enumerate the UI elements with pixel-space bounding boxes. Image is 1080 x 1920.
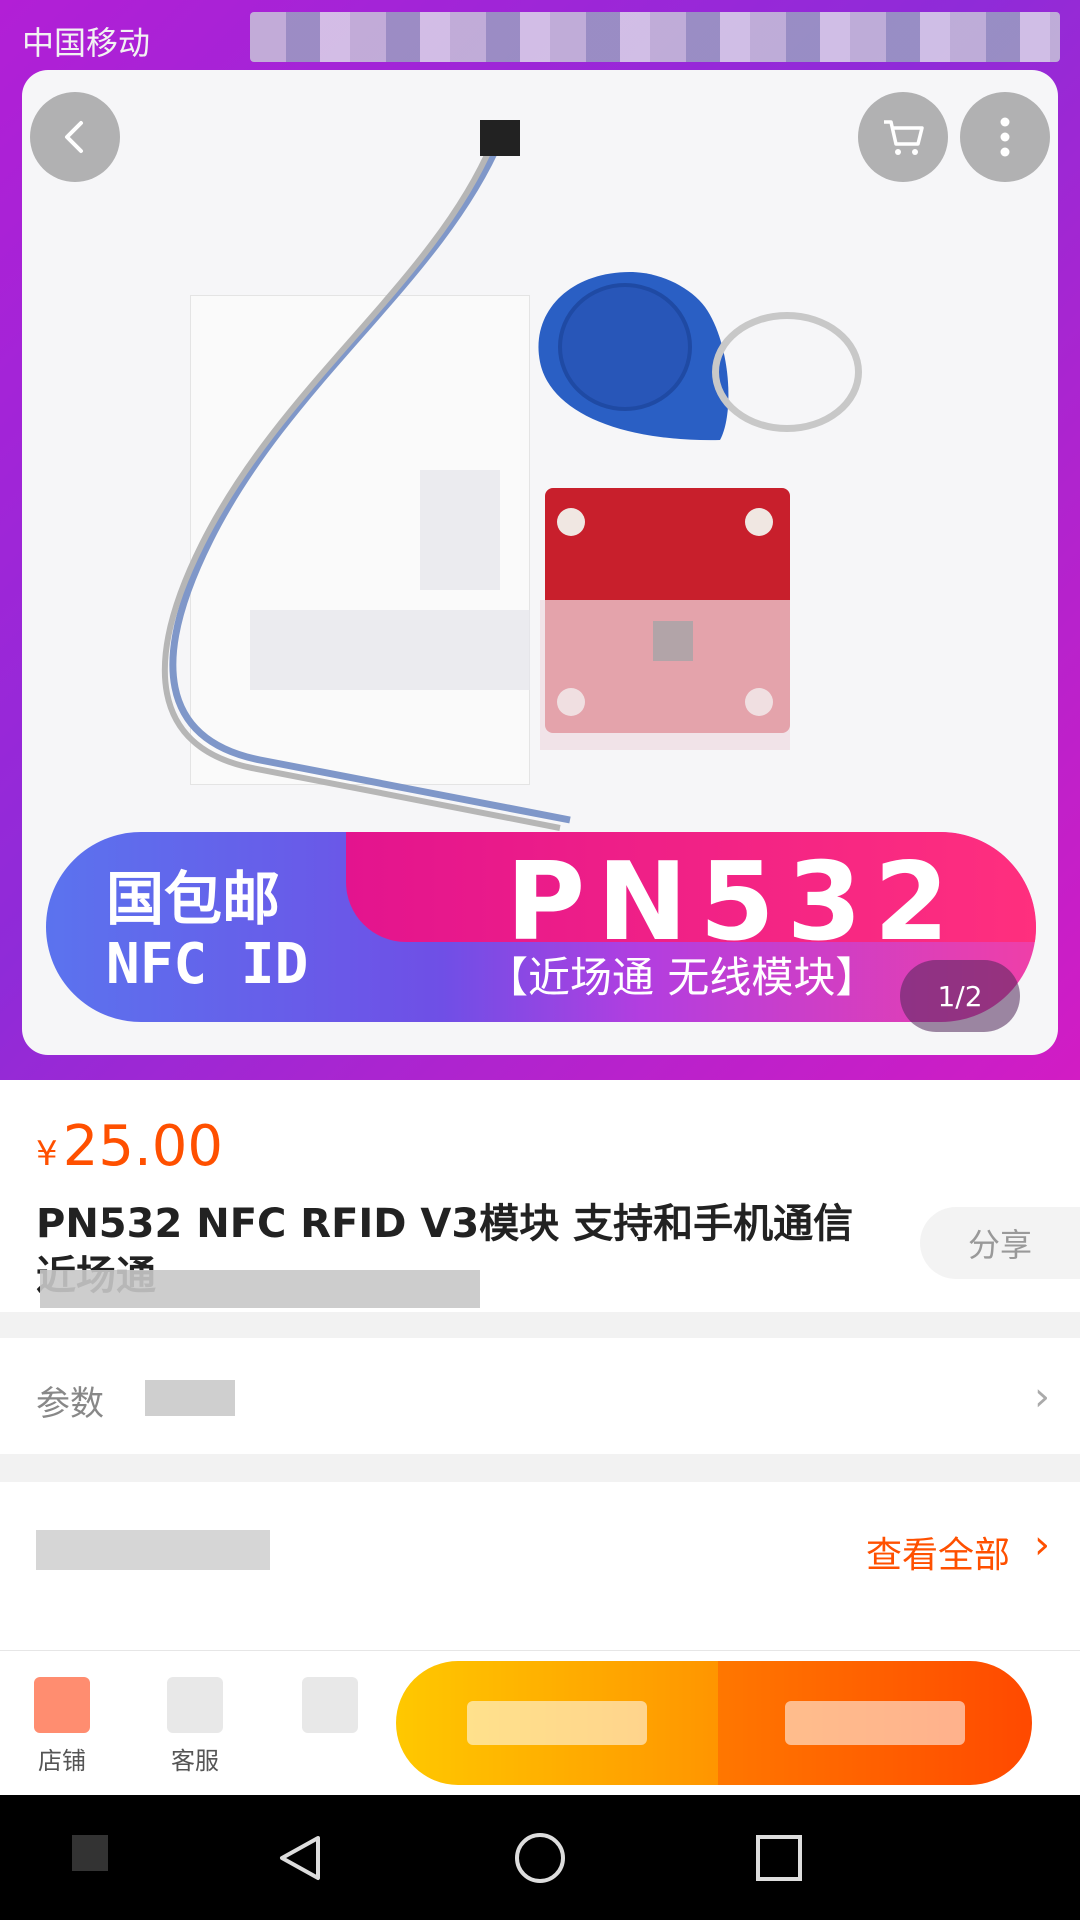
banner-nfc-text: NFC ID xyxy=(106,932,309,997)
favorite-icon xyxy=(302,1677,358,1733)
nav-back-button[interactable] xyxy=(265,1823,335,1893)
chevron-right-icon: › xyxy=(1034,1374,1050,1420)
reviews-section: 查看全部 › xyxy=(0,1482,1080,1652)
purchase-buttons xyxy=(396,1661,1032,1785)
mosaic-blur xyxy=(420,470,500,590)
currency-symbol: ¥ xyxy=(36,1134,58,1174)
cart-icon xyxy=(884,120,924,155)
app-switch-shortcut-icon xyxy=(72,1835,108,1871)
mosaic-blur xyxy=(540,600,790,750)
customer-service-label: 客服 xyxy=(171,1747,219,1775)
params-label: 参数 xyxy=(36,1384,104,1424)
price-amount: 25.00 xyxy=(62,1114,224,1179)
status-bar: 中国移动 xyxy=(0,0,1080,70)
back-arrow-icon xyxy=(65,121,83,153)
nav-home-button[interactable] xyxy=(505,1823,575,1893)
promo-banner: 国包邮 NFC ID PN532 【近场通 无线模块】 xyxy=(46,832,1036,1022)
customer-service-button[interactable]: 客服 xyxy=(155,1677,235,1776)
nav-recents-icon xyxy=(756,1835,802,1881)
carrier-label: 中国移动 xyxy=(22,24,151,62)
buy-now-label-blur xyxy=(785,1701,965,1745)
params-value-blur xyxy=(145,1380,235,1416)
banner-shipping-text: 国包邮 xyxy=(106,865,281,933)
view-all-reviews-link[interactable]: 查看全部 xyxy=(866,1526,1010,1578)
chevron-right-icon: › xyxy=(1034,1522,1050,1568)
store-icon xyxy=(34,1677,90,1733)
store-label: 店铺 xyxy=(38,1747,86,1775)
image-page-indicator: 1/2 xyxy=(900,960,1020,1032)
nav-recents-button[interactable] xyxy=(744,1823,814,1893)
price: ¥ 25.00 xyxy=(36,1114,223,1179)
add-to-cart-label-blur xyxy=(467,1701,647,1745)
share-button[interactable]: 分享 xyxy=(920,1207,1080,1279)
back-button[interactable] xyxy=(30,92,120,182)
cable-image xyxy=(161,120,571,831)
title-blur xyxy=(40,1270,480,1308)
nav-back-icon xyxy=(280,1836,320,1880)
customer-service-icon xyxy=(167,1677,223,1733)
cart-button[interactable] xyxy=(858,92,948,182)
params-row[interactable]: 参数 › xyxy=(0,1338,1080,1454)
bottom-action-bar: 店铺 客服 xyxy=(0,1650,1080,1795)
favorite-button[interactable] xyxy=(290,1677,370,1741)
mosaic-blur xyxy=(250,610,530,690)
more-vertical-icon xyxy=(1000,117,1010,157)
banner-subtitle: 【近场通 无线模块】 xyxy=(486,953,878,1002)
system-nav-bar xyxy=(0,1795,1080,1920)
add-to-cart-button[interactable] xyxy=(396,1661,718,1785)
key-ring-image xyxy=(712,312,862,432)
status-bar-blur xyxy=(250,12,1060,62)
buy-now-button[interactable] xyxy=(718,1661,1032,1785)
store-button[interactable]: 店铺 xyxy=(22,1677,102,1776)
nav-home-icon xyxy=(515,1833,565,1883)
product-image-carousel[interactable]: 国包邮 NFC ID PN532 【近场通 无线模块】 1/2 中国移动 xyxy=(0,0,1080,1080)
more-options-button[interactable] xyxy=(960,92,1050,182)
reviews-title-blur xyxy=(36,1530,270,1570)
